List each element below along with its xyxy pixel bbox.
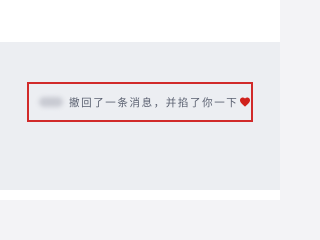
recall-notice: 撤回了一条消息，并掐了你一下 [39, 93, 251, 111]
recall-notice-text: 撤回了一条消息，并掐了你一下 [69, 96, 239, 109]
heart-icon [240, 97, 251, 107]
top-panel [0, 0, 280, 42]
blurred-username [39, 97, 63, 107]
bottom-panel [0, 190, 280, 200]
